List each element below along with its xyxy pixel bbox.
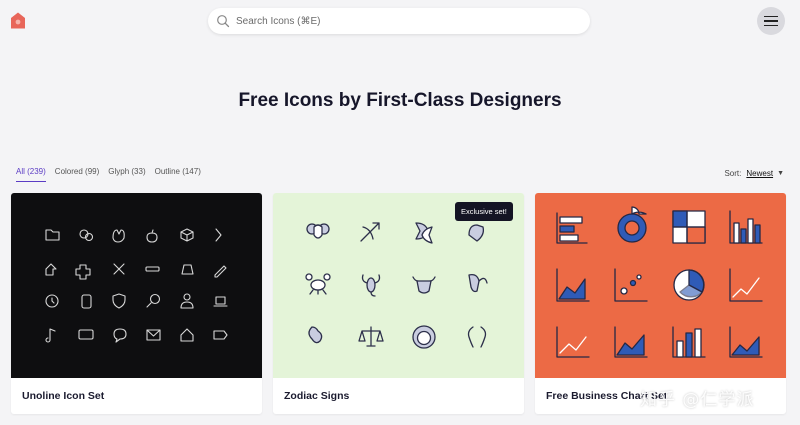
page-title: Free Icons by First-Class Designers	[238, 90, 562, 111]
search-input[interactable]	[236, 15, 556, 27]
sort-dropdown[interactable]: Newest	[746, 169, 773, 178]
gemini-icon	[467, 326, 487, 348]
card-icon	[78, 329, 94, 340]
arrow-up-icon	[45, 263, 57, 276]
weight-icon	[181, 264, 194, 275]
menu-button[interactable]	[757, 7, 785, 35]
sort-control: Sort: Newest ▼	[724, 169, 784, 178]
filter-outline[interactable]: Outline (147)	[155, 167, 201, 182]
unoline-preview	[11, 193, 262, 378]
pie-chart-icon	[673, 269, 705, 301]
chat-icon	[79, 229, 94, 242]
shield-icon	[112, 293, 126, 309]
column-chart-icon	[672, 326, 706, 358]
search-icon	[216, 14, 230, 28]
laptop-icon	[213, 296, 228, 307]
hand-icon	[112, 229, 125, 243]
cross-icon	[113, 263, 125, 275]
plus-icon	[75, 264, 91, 280]
folder-icon	[45, 229, 60, 241]
business-chart-preview	[535, 193, 786, 378]
filter-glyph[interactable]: Glyph (33)	[108, 167, 145, 182]
card-title: Unoline Icon Set	[22, 390, 105, 402]
bar-icon	[145, 266, 160, 272]
cancer-icon	[305, 273, 331, 295]
virgo-icon	[308, 326, 323, 344]
box-icon	[180, 228, 194, 242]
hamburger-icon	[764, 14, 778, 28]
aries-head-icon	[468, 273, 488, 293]
apple-icon	[146, 229, 158, 243]
pencil-icon	[214, 265, 227, 278]
music-icon	[45, 328, 56, 343]
icon-set-card[interactable]: Zodiac Signs	[273, 193, 524, 414]
home-icon	[180, 328, 194, 342]
search-icon	[146, 293, 161, 308]
area-chart-icon	[556, 268, 590, 302]
capricorn-icon	[468, 224, 485, 242]
grid-chart-icon	[672, 210, 706, 244]
bar-chart-icon	[556, 212, 588, 244]
caret-down-icon[interactable]: ▼	[777, 170, 784, 177]
line-chart-icon	[556, 326, 590, 358]
mail-icon	[146, 329, 161, 341]
clock-icon	[45, 294, 59, 308]
filter-all[interactable]: All (239)	[16, 167, 46, 182]
scorpio-icon	[361, 274, 381, 297]
sort-label: Sort:	[724, 169, 742, 178]
icon-set-card[interactable]: Free Business Chart Set	[535, 193, 786, 414]
line-chart-icon	[729, 268, 763, 302]
phone-icon	[81, 294, 92, 309]
user-icon	[180, 293, 194, 309]
aries-icon	[306, 223, 330, 239]
watermark: 知乎 @仁学派	[640, 390, 755, 410]
filter-colored[interactable]: Colored (99)	[55, 167, 99, 182]
taurus-icon	[412, 276, 436, 294]
logo-icon[interactable]	[10, 12, 26, 29]
leo-icon	[412, 325, 436, 349]
card-title: Zodiac Signs	[284, 390, 350, 402]
scatter-chart-icon	[614, 268, 648, 302]
area-chart-icon	[614, 326, 648, 358]
bubble-icon	[113, 328, 127, 343]
libra-icon	[358, 326, 384, 347]
exclusive-tooltip: Exclusive set!	[455, 202, 513, 221]
chevron-right-icon	[215, 228, 222, 242]
icon-set-card[interactable]: Unoline Icon Set	[11, 193, 262, 414]
search-bar[interactable]	[208, 8, 590, 34]
sagittarius-icon	[360, 222, 380, 242]
area-chart-icon	[729, 326, 763, 358]
tag-icon	[213, 330, 228, 340]
pisces-icon	[415, 222, 433, 244]
filter-tabs: All (239) Colored (99) Glyph (33) Outlin…	[16, 167, 210, 182]
donut-chart-icon	[617, 206, 647, 243]
column-chart-icon	[729, 210, 763, 244]
